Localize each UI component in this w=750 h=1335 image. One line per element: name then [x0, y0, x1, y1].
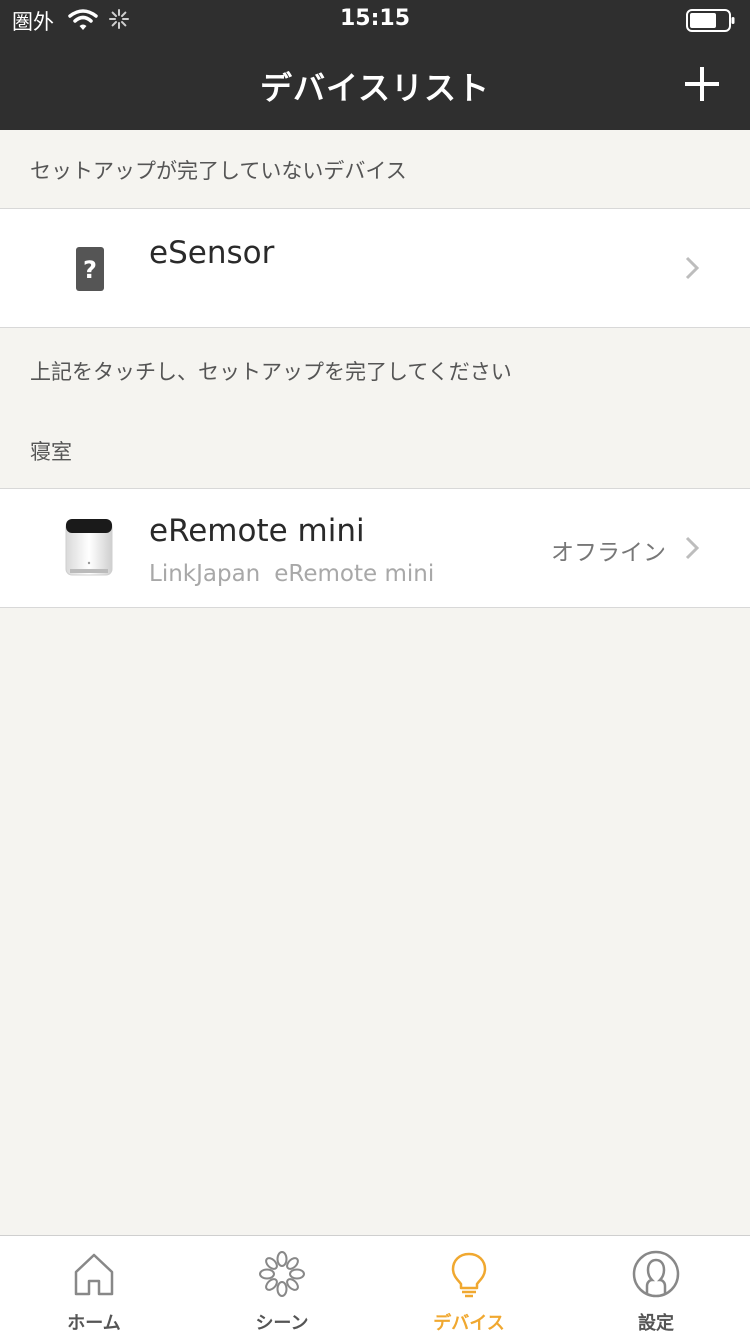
status-bar: 圏外 15:15: [0, 0, 750, 40]
unknown-device-icon: ?: [76, 247, 104, 295]
nav-bar: デバイスリスト: [0, 40, 750, 130]
svg-text:?: ?: [83, 256, 97, 284]
page-title: デバイスリスト: [259, 69, 491, 107]
chevron-right-icon: [684, 255, 700, 285]
status-time: 15:15: [339, 6, 411, 31]
tab-bar: ホーム シーン デバイス 設定: [0, 1235, 750, 1335]
tab-scene-label: シーン: [255, 1313, 309, 1334]
device-row-esensor[interactable]: ? eSensor: [0, 208, 750, 328]
tab-home-label: ホーム: [67, 1313, 121, 1334]
section-header-room: 寝室: [30, 440, 72, 464]
tab-home[interactable]: ホーム: [0, 1236, 188, 1335]
device-row-eremote-mini[interactable]: eRemote mini LinkJapan eRemote mini オフライン: [0, 488, 750, 608]
device-model: eRemote mini: [274, 561, 435, 587]
tab-scene[interactable]: シーン: [188, 1236, 376, 1335]
eremote-mini-icon: [64, 517, 114, 583]
scene-icon: [259, 1251, 305, 1297]
section-header-incomplete: セットアップが完了していないデバイス: [30, 159, 407, 183]
tab-settings-label: 設定: [638, 1313, 674, 1334]
battery-icon: [686, 9, 736, 37]
device-name: eSensor: [149, 235, 275, 271]
plus-icon: [685, 67, 719, 101]
device-brand: LinkJapan: [149, 561, 261, 587]
add-device-button[interactable]: [682, 64, 722, 104]
bulb-icon: [451, 1252, 487, 1298]
status-badge: オフライン: [551, 540, 666, 566]
tab-devices[interactable]: デバイス: [375, 1236, 563, 1335]
chevron-right-icon: [684, 535, 700, 565]
tab-settings[interactable]: 設定: [562, 1236, 750, 1335]
tab-devices-label: デバイス: [433, 1313, 505, 1334]
home-icon: [74, 1253, 114, 1296]
device-subtitle: LinkJapan eRemote mini: [149, 561, 434, 587]
setup-instruction: 上記をタッチし、セットアップを完了してください: [30, 360, 512, 384]
person-icon: [632, 1250, 680, 1298]
device-name: eRemote mini: [149, 513, 365, 549]
